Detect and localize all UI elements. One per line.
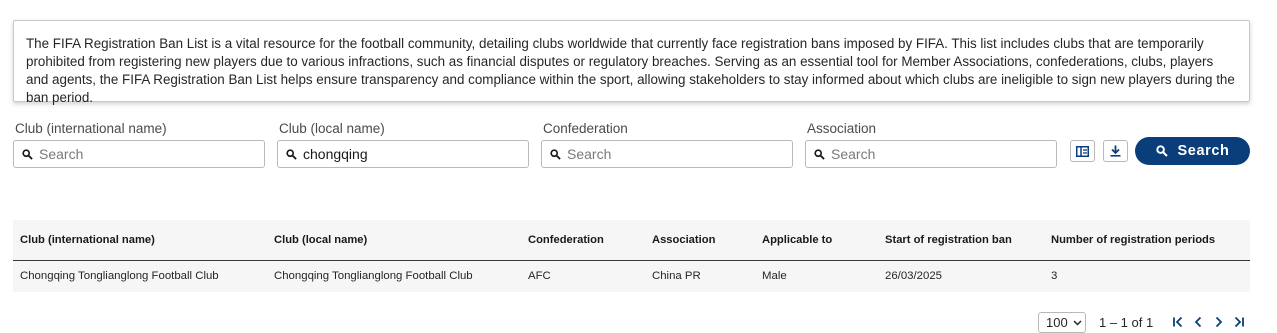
previous-page-button[interactable] [1190, 314, 1206, 330]
page-range: 1 – 1 of 1 [1099, 315, 1154, 330]
column-header-applicable-to[interactable]: Applicable to [762, 234, 832, 246]
search-button[interactable]: Search [1135, 137, 1250, 165]
filter-association: Association [805, 120, 1057, 168]
info-text: The FIFA Registration Ban List is a vita… [26, 36, 1235, 105]
cell-confederation: AFC [528, 270, 551, 282]
first-page-button[interactable] [1170, 314, 1186, 330]
last-page-icon [1234, 316, 1244, 328]
association-search-input[interactable] [831, 146, 1041, 162]
filter-club-local: Club (local name) [277, 120, 529, 168]
last-page-button[interactable] [1230, 314, 1246, 330]
chevron-down-icon [1073, 319, 1082, 326]
confederation-search-input[interactable] [567, 146, 777, 162]
column-header-start-of-ban[interactable]: Start of registration ban [885, 234, 1012, 246]
filter-label: Association [807, 121, 877, 136]
table-row[interactable]: Chongqing Tongliang­long Football Club C… [13, 261, 1250, 292]
filter-label: Club (local name) [279, 121, 385, 136]
filter-label: Confederation [543, 121, 628, 136]
info-card: The FIFA Registration Ban List is a vita… [13, 20, 1250, 105]
download-icon [1110, 145, 1121, 157]
filter-club-international: Club (international name) [13, 120, 265, 168]
cell-applicable-to: Male [762, 270, 787, 282]
cell-association: China PR [652, 270, 701, 282]
filter-confederation: Confederation [541, 120, 793, 168]
column-header-association[interactable]: Association [652, 234, 715, 246]
columns-icon [1076, 145, 1089, 157]
search-icon [1155, 145, 1168, 157]
columns-button[interactable] [1070, 140, 1095, 162]
search-icon [550, 148, 561, 160]
download-button[interactable] [1103, 140, 1128, 162]
search-icon [286, 148, 297, 160]
table-header-row: Club (international name) Club (local na… [13, 220, 1250, 261]
column-header-registration-periods[interactable]: Number of registration periods [1051, 234, 1215, 246]
club-local-search-input[interactable] [303, 146, 513, 162]
club-international-search-input[interactable] [39, 146, 249, 162]
search-button-label: Search [1177, 143, 1230, 159]
cell-club-local: Chongqing Tongliang­long Football Club [274, 270, 473, 282]
page-size-value: 100 [1046, 315, 1068, 330]
ban-list-table: Club (international name) Club (local na… [13, 220, 1250, 292]
association-search-field[interactable] [805, 140, 1057, 168]
column-header-club-international[interactable]: Club (international name) [20, 234, 155, 246]
club-local-search-field[interactable] [277, 140, 529, 168]
search-icon [22, 148, 33, 160]
club-international-search-field[interactable] [13, 140, 265, 168]
search-icon [814, 148, 825, 160]
cell-registration-periods: 3 [1051, 270, 1058, 282]
next-page-button[interactable] [1210, 314, 1226, 330]
chevron-right-icon [1215, 316, 1222, 328]
page-size-select[interactable]: 100 [1038, 312, 1086, 333]
confederation-search-field[interactable] [541, 140, 793, 168]
filter-label: Club (international name) [15, 121, 167, 136]
cell-club-international: Chongqing Tongliang­long Football Club [20, 270, 219, 282]
chevron-left-icon [1194, 316, 1201, 328]
column-header-club-local[interactable]: Club (local name) [274, 234, 367, 246]
first-page-icon [1172, 316, 1182, 328]
column-header-confederation[interactable]: Confederation [528, 234, 604, 246]
cell-start-of-ban: 26/03/2025 [885, 270, 943, 282]
